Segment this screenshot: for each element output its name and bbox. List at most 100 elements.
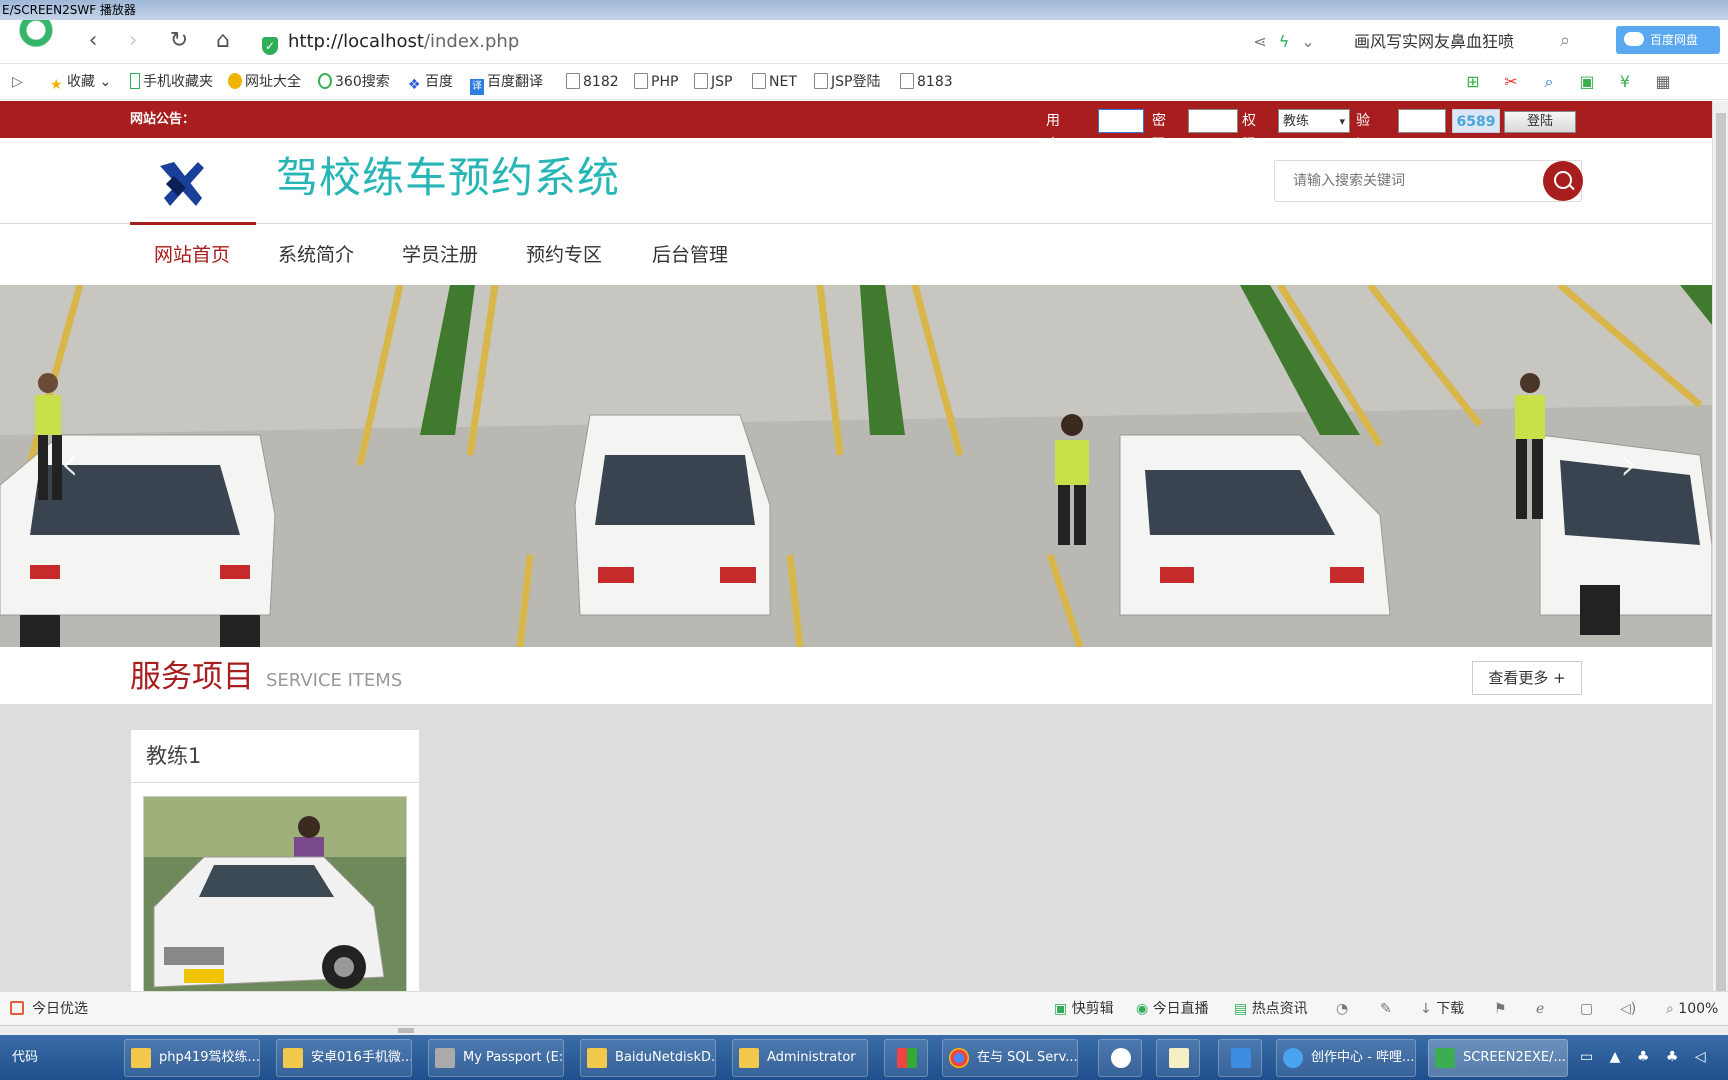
nav-register[interactable]: 学员注册 (402, 224, 478, 286)
taskbar-code-label: 代码 (12, 1050, 39, 1065)
taskbar-item[interactable]: 在与 SQL Serv... (942, 1039, 1078, 1077)
taskbar-item[interactable]: php419驾校练... (124, 1039, 260, 1077)
taskbar-item[interactable]: My Passport (E:) (428, 1039, 564, 1077)
status-item-news[interactable]: ▤ 热点资讯 (1234, 992, 1308, 1026)
url-input[interactable]: ✓ http://localhost/index.php (262, 28, 1222, 56)
bookmark-item[interactable]: JSP (694, 64, 732, 100)
back-icon[interactable]: ‹ (80, 28, 106, 54)
taskbar-item[interactable]: Administrator (732, 1039, 868, 1077)
system-tray[interactable]: ▭ ▲ ♣ ♣ ◁ ⊡ (1580, 1035, 1728, 1080)
url-host: http://localhost (288, 31, 424, 52)
user-folder-icon (739, 1048, 759, 1068)
bookmark-item[interactable]: JSP登陆 (814, 64, 880, 100)
live-icon: ◉ (1136, 1001, 1149, 1017)
sidebar-toggle-icon[interactable]: ▷ (12, 64, 23, 100)
site-title: 驾校练车预约系统 (276, 153, 621, 202)
bookmark-item[interactable]: ★ 收藏 ⌄ (50, 64, 111, 100)
coach-car-image (144, 797, 406, 991)
screen2exe-icon (1435, 1048, 1455, 1068)
bookmarks-bar: ▷ ★ 收藏 ⌄ 手机收藏夹 网址大全 360搜索 ❖ 百度 译百度翻译 8182 … (0, 64, 1728, 100)
zoom-level[interactable]: ⌕ 100% (1666, 992, 1718, 1026)
nav-admin[interactable]: 后台管理 (652, 224, 728, 286)
chevron-down-icon[interactable]: ⌄ (1296, 28, 1320, 56)
bookmark-item[interactable]: 360搜索 (318, 64, 390, 100)
taskbar-app[interactable] (884, 1039, 928, 1077)
window-title: E/SCREEN2SWF 播放器 (0, 0, 1728, 20)
extension-icon[interactable]: ⊞ (1460, 64, 1486, 100)
scrollbar-thumb[interactable] (1716, 113, 1726, 993)
news-ticker[interactable]: 画风写实网友鼻血狂喷 (1354, 28, 1514, 56)
carousel-prev-icon[interactable]: ‹ (60, 440, 79, 488)
status-item-download[interactable]: ↓ 下载 (1420, 992, 1464, 1026)
hscroll-thumb[interactable] (398, 1028, 414, 1033)
download-icon: ↓ (1420, 1001, 1432, 1017)
pin-icon[interactable]: ✎ (1380, 992, 1392, 1026)
chrome-icon (949, 1048, 969, 1068)
bookmark-item[interactable]: ❖ 百度 (408, 64, 453, 100)
login-button[interactable]: 登陆 (1504, 111, 1576, 133)
bookmark-item[interactable]: 8183 (900, 64, 953, 100)
search-icon[interactable]: ⌕ (1552, 28, 1578, 54)
screenshot-scissors-icon[interactable]: ✂ (1498, 64, 1524, 100)
plus-circle-icon (228, 73, 242, 89)
browser-logo-icon[interactable] (10, 20, 62, 54)
url-path: /index.php (423, 31, 520, 52)
share-icon[interactable]: ⋖ (1248, 28, 1272, 56)
search-button-icon[interactable] (1543, 161, 1583, 201)
flag-icon[interactable]: ⚑ (1494, 992, 1507, 1026)
cloud-drive-button[interactable]: 百度网盘 (1616, 26, 1720, 54)
nav-about[interactable]: 系统简介 (278, 224, 354, 286)
coach-card[interactable]: 教练1 (130, 729, 420, 991)
speed-icon[interactable]: ◔ (1336, 992, 1348, 1026)
status-item-live[interactable]: ◉ 今日直播 (1136, 992, 1209, 1026)
school-logo-icon[interactable] (156, 158, 208, 210)
bookmark-item[interactable]: 手机收藏夹 (130, 64, 213, 100)
lightning-icon[interactable]: ϟ (1272, 28, 1296, 56)
captcha-input[interactable] (1398, 109, 1446, 133)
today-picks[interactable]: 今日优选 (10, 992, 88, 1026)
nav-home[interactable]: 网站首页 (154, 224, 230, 286)
taskbar-app[interactable] (1098, 1039, 1142, 1077)
role-select[interactable]: 教练 (1278, 109, 1350, 134)
taskbar-item-active[interactable]: SCREEN2EXE/... (1428, 1039, 1568, 1077)
game-icon[interactable]: ▣ (1574, 64, 1600, 100)
coach-photo[interactable] (143, 796, 407, 991)
banner-photo (0, 285, 1712, 647)
password-input[interactable] (1188, 109, 1238, 133)
grid-menu-icon[interactable]: ▦ (1650, 64, 1676, 100)
browser-toolbar-icons: ⊞ ✂ ⌕ ▣ ¥ ▦ (1460, 64, 1688, 100)
shopping-icon[interactable]: ¥ (1612, 64, 1638, 100)
taskbar-app[interactable] (1218, 1039, 1262, 1077)
services-header: 服务项目 SERVICE ITEMS 查看更多 + (0, 647, 1712, 705)
taskbar-item[interactable]: 安卓016手机微... (276, 1039, 412, 1077)
bookmark-item[interactable]: 网址大全 (228, 64, 301, 100)
forward-icon[interactable]: › (120, 28, 146, 54)
banner-carousel: ‹ › (0, 285, 1712, 647)
volume-icon[interactable]: ◁) (1620, 992, 1636, 1026)
window-icon[interactable]: ▢ (1580, 992, 1593, 1026)
bookmark-item[interactable]: 译百度翻译 (470, 64, 543, 100)
news-icon: ▤ (1234, 1001, 1248, 1017)
magnifier-icon[interactable]: ⌕ (1536, 64, 1562, 100)
windows-taskbar: 代码 php419驾校练... 安卓016手机微... My Passport … (0, 1035, 1728, 1080)
horizontal-scrollbar[interactable] (0, 1025, 1728, 1035)
coach-name: 教练1 (146, 744, 202, 768)
status-item-clip[interactable]: ▣ 快剪辑 (1054, 992, 1114, 1026)
home-icon[interactable]: ⌂ (210, 28, 236, 54)
bookmark-item[interactable]: NET (752, 64, 797, 100)
taskbar-item[interactable]: BaiduNetdiskD... (580, 1039, 716, 1077)
captcha-image[interactable]: 6589 (1452, 109, 1500, 133)
bookmark-item[interactable]: PHP (634, 64, 678, 100)
ie-mode-icon[interactable]: ℯ (1536, 992, 1544, 1026)
gift-icon (10, 1001, 24, 1015)
vertical-scrollbar[interactable] (1712, 101, 1728, 993)
view-more-button[interactable]: 查看更多 + (1472, 661, 1582, 695)
taskbar-item[interactable]: 创作中心 - 哔哩... (1276, 1039, 1416, 1077)
nav-booking[interactable]: 预约专区 (526, 224, 602, 286)
username-input[interactable] (1098, 109, 1144, 133)
taskbar-app[interactable] (1156, 1039, 1200, 1077)
carousel-next-icon[interactable]: › (1620, 440, 1639, 488)
search-input[interactable] (1275, 161, 1543, 201)
bookmark-item[interactable]: 8182 (566, 64, 619, 100)
reload-icon[interactable]: ↻ (166, 28, 192, 54)
